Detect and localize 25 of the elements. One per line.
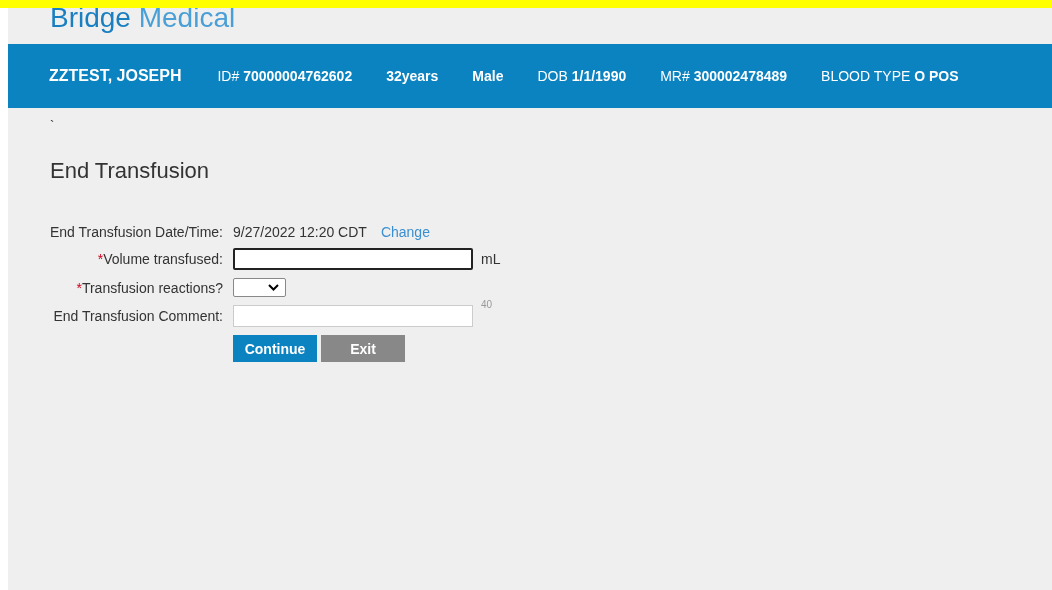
field-label: *Transfusion reactions? [75, 279, 223, 296]
required-asterisk: * [97, 251, 104, 267]
patient-name: ZZTEST, JOSEPH [49, 67, 182, 85]
field-label: End Transfusion Comment: [52, 308, 223, 324]
stray-mark: ` [50, 118, 55, 133]
chevron-down-icon [268, 284, 279, 291]
exit-button[interactable]: Exit [321, 335, 405, 362]
field-value: 9/27/2022 12:20 CDT [233, 224, 367, 240]
dropdown[interactable] [233, 278, 286, 297]
required-asterisk: * [76, 279, 82, 296]
field-label: End Transfusion Date/Time: [50, 224, 223, 240]
input-field[interactable] [233, 248, 473, 270]
continue-button[interactable]: Continue [233, 335, 317, 362]
logo: Bridge Medical [50, 2, 236, 34]
patient-field: MR# 300002478489 [660, 68, 788, 84]
field-label: *Volume transfused: [96, 251, 223, 267]
patient-field: Male [472, 68, 504, 84]
change-link[interactable]: Change [380, 224, 430, 240]
page-title: End Transfusion [50, 158, 210, 184]
unit-label: mL [481, 251, 501, 267]
patient-field: BLOOD TYPE O POS [821, 68, 959, 84]
character-counter: 40 [481, 299, 493, 310]
patient-field: ID# 70000004762602 [217, 68, 353, 84]
patient-field: DOB 1/1/1990 [537, 68, 627, 84]
patient-field: 32years [386, 68, 439, 84]
